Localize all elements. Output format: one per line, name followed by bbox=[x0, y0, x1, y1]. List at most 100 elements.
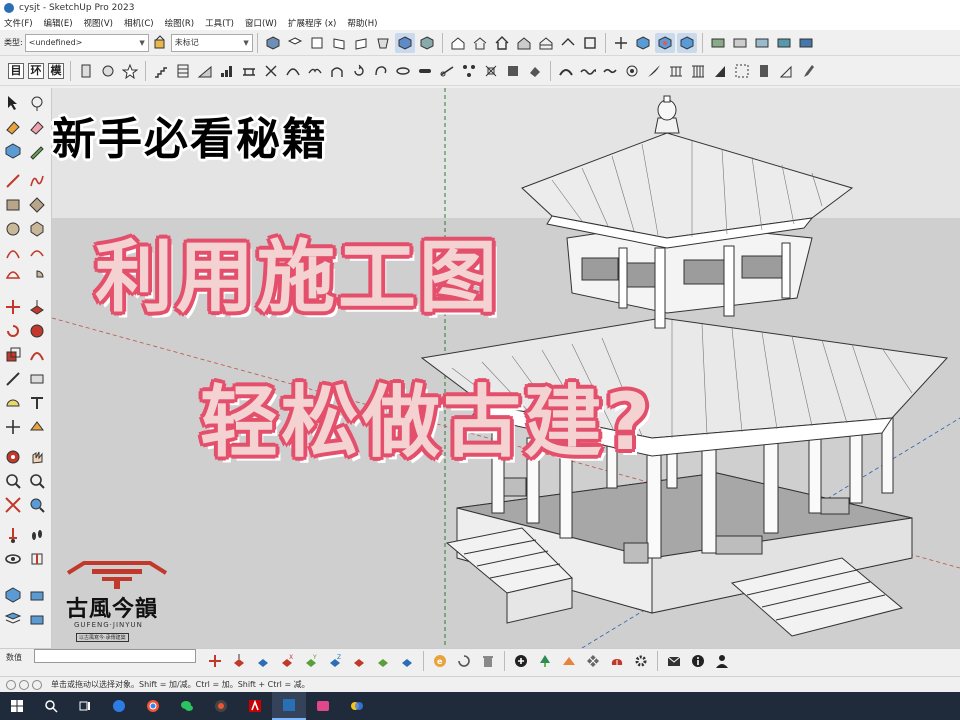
view-left-icon[interactable] bbox=[373, 33, 393, 53]
wechat-icon[interactable] bbox=[170, 692, 204, 720]
rectangle-icon[interactable] bbox=[4, 196, 24, 216]
ring-icon[interactable] bbox=[393, 61, 413, 81]
view-top-icon[interactable] bbox=[285, 33, 305, 53]
outliner-icon[interactable] bbox=[796, 33, 816, 53]
bars-icon[interactable] bbox=[217, 61, 237, 81]
rotate-arrow-icon[interactable] bbox=[349, 61, 369, 81]
mail-icon[interactable] bbox=[663, 651, 685, 671]
rotate-icon[interactable] bbox=[4, 322, 24, 342]
app-pink-icon[interactable] bbox=[306, 692, 340, 720]
upload-icon[interactable] bbox=[606, 651, 628, 671]
view-iso-icon[interactable] bbox=[263, 33, 283, 53]
cube-blue-icon[interactable] bbox=[633, 33, 653, 53]
chrome-icon[interactable] bbox=[136, 692, 170, 720]
axis-red-icon[interactable] bbox=[204, 651, 226, 671]
arch-icon[interactable] bbox=[327, 61, 347, 81]
circle-icon[interactable] bbox=[4, 220, 24, 240]
lasso-icon[interactable] bbox=[28, 94, 48, 114]
house-roof-icon[interactable] bbox=[558, 33, 578, 53]
view-back-icon[interactable] bbox=[351, 33, 371, 53]
walk-icon[interactable] bbox=[28, 526, 48, 546]
extension-icon[interactable] bbox=[28, 586, 48, 606]
dimension-icon[interactable] bbox=[28, 370, 48, 390]
ruby-e-icon[interactable]: e bbox=[429, 651, 451, 671]
toolbox-button-2[interactable]: 环 bbox=[28, 62, 44, 79]
add-circle-icon[interactable] bbox=[510, 651, 532, 671]
credits-icon[interactable] bbox=[19, 679, 29, 690]
slope-icon[interactable] bbox=[776, 61, 796, 81]
link-icon[interactable] bbox=[437, 61, 457, 81]
wave-icon[interactable] bbox=[578, 61, 598, 81]
feather-icon[interactable] bbox=[644, 61, 664, 81]
line-icon[interactable] bbox=[4, 172, 24, 192]
app-colorful-icon[interactable] bbox=[340, 692, 374, 720]
menu-tools[interactable]: 工具(T) bbox=[205, 17, 234, 29]
info-icon[interactable] bbox=[687, 651, 709, 671]
warehouse-icon[interactable] bbox=[4, 586, 24, 606]
protractor-icon[interactable] bbox=[4, 394, 24, 414]
share-icon[interactable] bbox=[28, 610, 48, 630]
layers-icon[interactable] bbox=[4, 610, 24, 630]
section-plane-icon[interactable] bbox=[28, 550, 48, 570]
move-icon[interactable] bbox=[4, 298, 24, 318]
user-status-icon[interactable] bbox=[32, 679, 42, 690]
cube-tool-icon[interactable] bbox=[676, 32, 697, 53]
scissor-icon[interactable] bbox=[261, 61, 281, 81]
panel-icon[interactable] bbox=[754, 61, 774, 81]
autocad-icon[interactable] bbox=[238, 692, 272, 720]
rotated-rect-icon[interactable] bbox=[28, 196, 48, 216]
door-icon[interactable] bbox=[76, 61, 96, 81]
tree-icon[interactable] bbox=[534, 651, 556, 671]
brush-icon[interactable] bbox=[798, 61, 818, 81]
follow-me-icon[interactable] bbox=[28, 322, 48, 342]
move-red-icon[interactable] bbox=[228, 651, 250, 671]
move-y-icon[interactable]: Y bbox=[300, 651, 322, 671]
tilde-icon[interactable] bbox=[600, 61, 620, 81]
geo-location-icon[interactable] bbox=[6, 679, 16, 690]
axes-icon[interactable] bbox=[611, 33, 631, 53]
move-blue-icon[interactable] bbox=[252, 651, 274, 671]
dome-icon[interactable] bbox=[556, 61, 576, 81]
tag-combo[interactable]: 未标记 ▼ bbox=[170, 33, 253, 52]
flip-y-icon[interactable] bbox=[372, 651, 394, 671]
app-blue-icon[interactable] bbox=[102, 692, 136, 720]
triangle-icon[interactable] bbox=[710, 61, 730, 81]
style-shaded-icon[interactable] bbox=[394, 32, 415, 53]
look-around-icon[interactable] bbox=[4, 550, 24, 570]
menu-camera[interactable]: 相机(C) bbox=[124, 17, 154, 29]
house-section-icon[interactable] bbox=[514, 33, 534, 53]
flip-icon[interactable] bbox=[481, 61, 501, 81]
offset-icon[interactable] bbox=[28, 346, 48, 366]
grid-dots-icon[interactable] bbox=[732, 61, 752, 81]
arc-icon[interactable] bbox=[4, 244, 24, 264]
eraser-icon[interactable] bbox=[28, 118, 48, 138]
ramp-icon[interactable] bbox=[195, 61, 215, 81]
zoom-selection-icon[interactable] bbox=[28, 496, 48, 516]
orbit-icon[interactable] bbox=[4, 448, 24, 468]
position-camera-icon[interactable] bbox=[4, 526, 24, 546]
stairs-icon[interactable] bbox=[151, 61, 171, 81]
style-texture-icon[interactable] bbox=[417, 33, 437, 53]
bird-icon[interactable] bbox=[305, 61, 325, 81]
railing-icon[interactable] bbox=[666, 61, 686, 81]
tape-icon[interactable] bbox=[4, 370, 24, 390]
spiral-icon[interactable] bbox=[622, 61, 642, 81]
layer-icon[interactable] bbox=[752, 33, 772, 53]
dots-icon[interactable] bbox=[459, 61, 479, 81]
curve-icon[interactable] bbox=[283, 61, 303, 81]
polygon-icon[interactable] bbox=[28, 220, 48, 240]
checker-icon[interactable] bbox=[582, 651, 604, 671]
menu-edit[interactable]: 编辑(E) bbox=[44, 17, 73, 29]
arc-2pt-icon[interactable] bbox=[28, 244, 48, 264]
chart-icon[interactable] bbox=[503, 61, 523, 81]
group-icon[interactable] bbox=[730, 33, 750, 53]
task-view-icon[interactable] bbox=[68, 692, 102, 720]
scene-icon[interactable] bbox=[774, 33, 794, 53]
freehand-icon[interactable] bbox=[28, 172, 48, 192]
view-right-icon[interactable] bbox=[329, 33, 349, 53]
eraser-shape-icon[interactable] bbox=[525, 61, 545, 81]
colonnade-icon[interactable] bbox=[688, 61, 708, 81]
pie-icon[interactable] bbox=[28, 268, 48, 288]
app-red-circle-icon[interactable] bbox=[204, 692, 238, 720]
paint-icon[interactable] bbox=[4, 118, 24, 138]
